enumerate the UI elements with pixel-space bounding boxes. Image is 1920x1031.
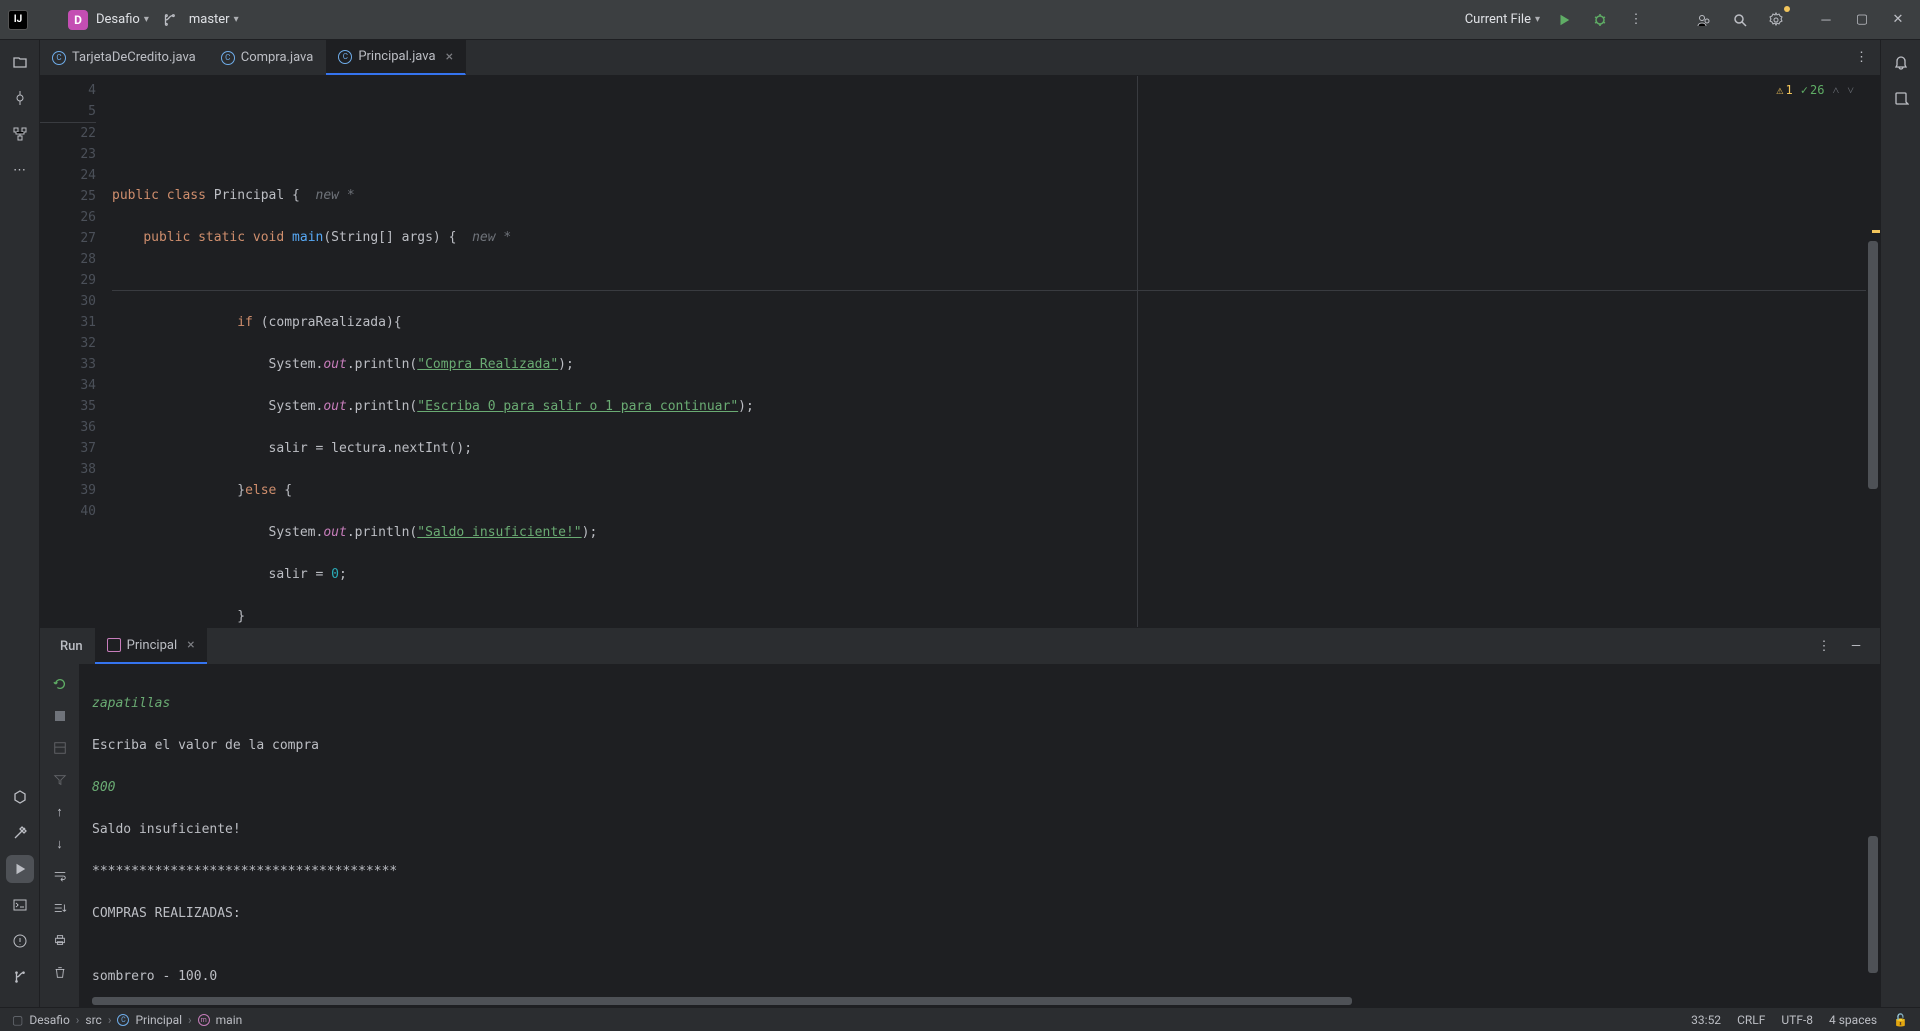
- vcs-branch-icon: [157, 8, 181, 32]
- code-editor[interactable]: 4 5 22 23 24 25 26 27 28 29 30 31 32 33 …: [40, 76, 1880, 627]
- editor-tabs-menu[interactable]: ⋮: [1843, 40, 1880, 75]
- close-button[interactable]: ✕: [1884, 6, 1912, 34]
- close-tab-icon[interactable]: ×: [446, 49, 453, 65]
- line-separator[interactable]: CRLF: [1737, 1013, 1765, 1027]
- run-config-name: Principal: [127, 638, 177, 653]
- project-dropdown[interactable]: Desafio ▾: [96, 12, 149, 27]
- run-config-label: Current File: [1465, 12, 1531, 27]
- filter-button[interactable]: [48, 768, 72, 792]
- console-hscrollbar[interactable]: [92, 997, 1352, 1005]
- chevron-down-icon: ▾: [234, 14, 239, 25]
- tab-label: Principal.java: [358, 49, 435, 64]
- title-bar: IJ D Desafio ▾ master ▾ Current File ▾ ⋮: [0, 0, 1920, 40]
- run-options-button[interactable]: ⋮: [1812, 634, 1836, 658]
- breadcrumb-method[interactable]: main: [216, 1013, 243, 1027]
- layout-button[interactable]: [48, 736, 72, 760]
- code-with-me-button[interactable]: [1692, 8, 1716, 32]
- ai-assistant-button[interactable]: [1887, 84, 1915, 112]
- cursor-position[interactable]: 33:52: [1691, 1013, 1721, 1027]
- console-output[interactable]: zapatillas Escriba el valor de la compra…: [80, 664, 1880, 1007]
- main-menu-button[interactable]: [36, 8, 60, 32]
- chevron-down-icon: ▾: [1535, 14, 1540, 25]
- stop-button[interactable]: [48, 704, 72, 728]
- editor-tab-compra[interactable]: C Compra.java: [209, 40, 327, 75]
- folder-icon: ▢: [12, 1013, 23, 1027]
- problems-tool-button[interactable]: [6, 927, 34, 955]
- app-logo-icon: IJ: [8, 10, 28, 30]
- soft-wrap-button[interactable]: [48, 864, 72, 888]
- more-actions-button[interactable]: ⋮: [1624, 8, 1648, 32]
- chevron-down-icon[interactable]: ˅: [1847, 80, 1854, 101]
- run-config-tab[interactable]: Principal ×: [95, 628, 207, 664]
- class-icon: C: [338, 50, 352, 64]
- minimize-button[interactable]: ─: [1812, 6, 1840, 34]
- editor-gutter: 4 5 22 23 24 25 26 27 28 29 30 31 32 33 …: [40, 76, 112, 627]
- breadcrumb-project[interactable]: Desafio: [29, 1013, 69, 1027]
- console-vscrollbar[interactable]: [1868, 836, 1878, 973]
- structure-tool-button[interactable]: [6, 120, 34, 148]
- print-button[interactable]: [48, 928, 72, 952]
- method-icon: m: [198, 1014, 210, 1026]
- tab-label: TarjetaDeCredito.java: [72, 50, 196, 65]
- class-icon: C: [117, 1014, 129, 1026]
- indent-setting[interactable]: 4 spaces: [1829, 1013, 1877, 1027]
- more-tool-button[interactable]: ⋯: [6, 156, 34, 184]
- search-button[interactable]: [1728, 8, 1752, 32]
- services-tool-button[interactable]: [6, 783, 34, 811]
- project-badge: D: [68, 10, 88, 30]
- commit-tool-button[interactable]: [6, 84, 34, 112]
- chevron-down-icon: ▾: [144, 14, 149, 25]
- run-tool-button[interactable]: [6, 855, 34, 883]
- warning-icon: ⚠: [1776, 80, 1783, 101]
- run-panel-title: Run: [48, 628, 95, 664]
- branch-dropdown[interactable]: master ▾: [189, 12, 239, 27]
- maximize-button[interactable]: ▢: [1848, 6, 1876, 34]
- branch-name: master: [189, 12, 230, 27]
- readonly-lock-icon[interactable]: 🔓: [1893, 1013, 1908, 1027]
- project-name: Desafio: [96, 12, 140, 27]
- breadcrumb-class[interactable]: Principal: [135, 1013, 182, 1027]
- tab-label: Compra.java: [241, 50, 314, 65]
- code-area[interactable]: ⚠1 ✓26 ˄ ˅ public class Principal { new …: [112, 76, 1866, 627]
- scroll-down-button[interactable]: ↓: [48, 832, 72, 856]
- debug-button[interactable]: [1588, 8, 1612, 32]
- hide-panel-button[interactable]: —: [1844, 634, 1868, 658]
- project-tool-button[interactable]: [6, 48, 34, 76]
- run-config-icon: [107, 638, 121, 652]
- run-button[interactable]: [1552, 8, 1576, 32]
- run-config-dropdown[interactable]: Current File ▾: [1465, 12, 1540, 27]
- editor-scrollbar[interactable]: [1866, 76, 1880, 627]
- scroll-up-button[interactable]: ↑: [48, 800, 72, 824]
- right-tool-rail: [1880, 40, 1920, 1007]
- vcs-tool-button[interactable]: [6, 963, 34, 991]
- inspection-widget[interactable]: ⚠1 ✓26 ˄ ˅: [1776, 80, 1854, 101]
- status-bar: ▢ Desafio › src › C Principal › m main 3…: [0, 1007, 1920, 1031]
- close-icon[interactable]: ×: [187, 637, 194, 653]
- rerun-button[interactable]: [48, 672, 72, 696]
- file-encoding[interactable]: UTF-8: [1781, 1013, 1813, 1027]
- class-icon: C: [52, 51, 66, 65]
- editor-tab-tarjeta[interactable]: C TarjetaDeCredito.java: [40, 40, 209, 75]
- editor-tabs: C TarjetaDeCredito.java C Compra.java C …: [40, 40, 1880, 76]
- run-tool-window: Run Principal × ⋮ —: [40, 627, 1880, 1007]
- settings-button[interactable]: [1764, 8, 1788, 32]
- scroll-to-end-button[interactable]: [48, 896, 72, 920]
- class-icon: C: [221, 51, 235, 65]
- notifications-button[interactable]: [1887, 48, 1915, 76]
- chevron-up-icon[interactable]: ˄: [1832, 80, 1839, 101]
- check-icon: ✓: [1801, 80, 1808, 101]
- left-tool-rail: ⋯: [0, 40, 40, 1007]
- editor-tab-principal[interactable]: C Principal.java ×: [326, 40, 466, 75]
- clear-button[interactable]: [48, 960, 72, 984]
- terminal-tool-button[interactable]: [6, 891, 34, 919]
- breadcrumb-src[interactable]: src: [85, 1013, 101, 1027]
- run-toolbar: ↑ ↓: [40, 664, 80, 1007]
- build-tool-button[interactable]: [6, 819, 34, 847]
